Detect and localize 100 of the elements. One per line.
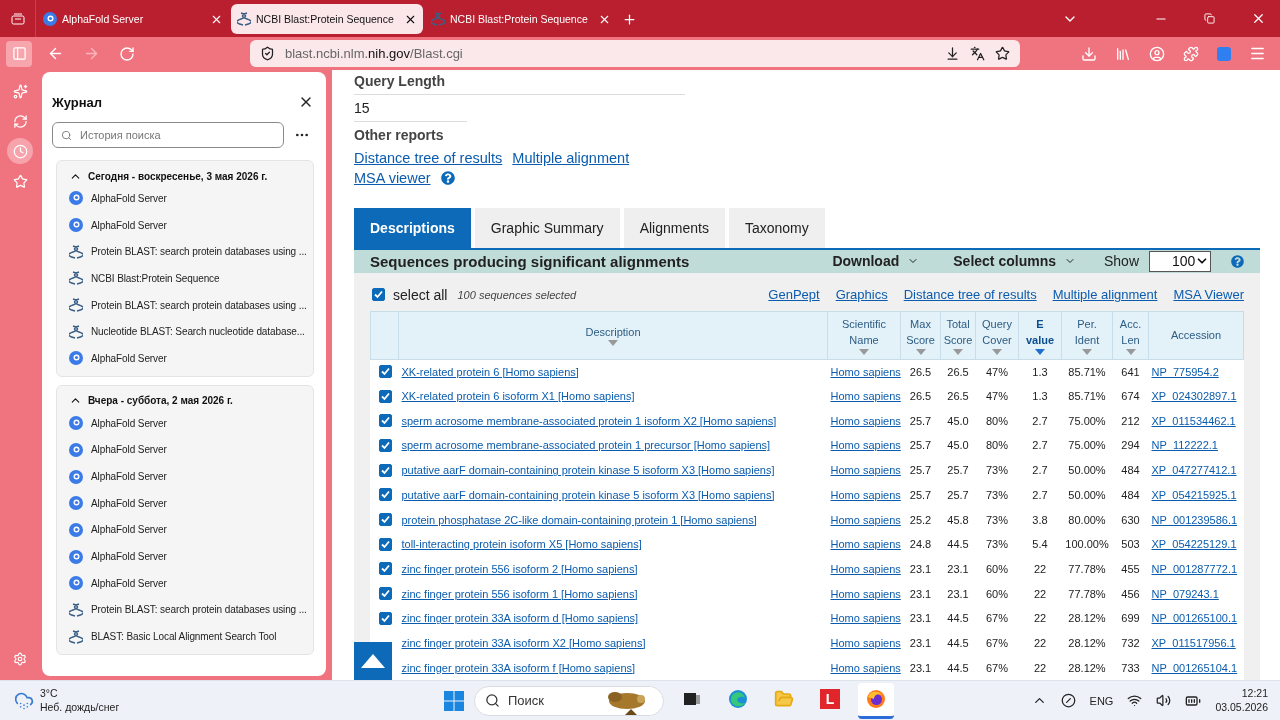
translate-icon[interactable] (970, 46, 985, 61)
history-item[interactable]: AlphaFold Server (57, 185, 313, 212)
report-link[interactable]: Multiple alignment (512, 150, 630, 166)
show-count-select[interactable]: 100 (1149, 250, 1211, 272)
description-link[interactable]: zinc finger protein 556 isoform 2 [Homo sapiens] (401, 562, 638, 575)
puzzle-icon[interactable] (1183, 45, 1199, 62)
history-item[interactable]: Nucleotide BLAST: Search nucleotide database... (57, 318, 313, 346)
species-link[interactable]: Homo sapiens (830, 587, 901, 600)
browser-tab[interactable]: AlphaFold Server (37, 4, 229, 34)
search-input[interactable]: История поиска (78, 128, 275, 142)
description-link[interactable]: XK-related protein 6 [Homo sapiens] (401, 365, 579, 378)
results-link[interactable]: Multiple alignment (1052, 287, 1158, 303)
description-link[interactable]: zinc finger protein 33A isoform d [Homo sapiens] (401, 612, 639, 625)
description-link[interactable]: putative aarF domain-containing protein kinase 5 isoform X3 [Homo sapiens] (401, 488, 775, 501)
accession-link[interactable]: XP_054215925.1 (1151, 488, 1237, 501)
history-item[interactable]: AlphaFold Server (57, 436, 313, 464)
species-link[interactable]: Homo sapiens (830, 414, 901, 427)
search-field[interactable]: История поиска (52, 122, 284, 148)
accession-link[interactable]: XP_054225129.1 (1151, 538, 1237, 551)
download-icon[interactable] (1081, 45, 1097, 62)
species-link[interactable]: Homo sapiens (830, 439, 901, 452)
row-checkbox[interactable] (378, 389, 392, 403)
taskbar-search[interactable]: Поиск (474, 685, 664, 716)
accession-link[interactable]: NP_112222.1 (1151, 439, 1218, 452)
history-item[interactable]: AlphaFold Server (57, 409, 313, 437)
accession-link[interactable]: NP_079243.1 (1151, 587, 1219, 600)
history-item[interactable]: Protein BLAST: search protein databases using ... (57, 238, 313, 266)
column-header[interactable]: Max Score (900, 311, 941, 360)
download-dropdown[interactable]: Download (826, 252, 926, 271)
row-checkbox[interactable] (378, 365, 392, 379)
results-link[interactable]: GenPept (768, 287, 820, 303)
history-item[interactable]: BLAST: Basic Local Alignment Search Tool (57, 623, 313, 650)
group-header[interactable]: Сегодня - воскресенье, 3 мая 2026 г. (57, 167, 280, 185)
browser-tab[interactable]: NCBI Blast:Protein Sequence (231, 4, 423, 34)
description-link[interactable]: zinc finger protein 556 isoform 1 [Homo sapiens] (401, 587, 638, 600)
history-item[interactable]: AlphaFold Server (57, 543, 313, 570)
help-icon[interactable] (1231, 254, 1244, 268)
description-link[interactable]: zinc finger protein 33A isoform X2 [Homo sapiens] (401, 636, 646, 649)
column-header[interactable]: Acc. Len (1112, 311, 1149, 360)
accession-link[interactable]: NP_001265104.1 (1151, 661, 1238, 674)
description-link[interactable]: sperm acrosome membrane-associated protein 1 isoform X2 [Homo sapiens] (401, 414, 777, 427)
accession-link[interactable]: XP_047277412.1 (1151, 464, 1237, 477)
restore-icon[interactable] (1204, 13, 1215, 24)
description-link[interactable]: XK-related protein 6 isoform X1 [Homo sapiens] (401, 390, 635, 403)
row-checkbox[interactable] (378, 414, 392, 428)
species-link[interactable]: Homo sapiens (830, 612, 901, 625)
accession-link[interactable]: NP_001239586.1 (1151, 513, 1238, 526)
wifi-icon[interactable] (1127, 693, 1143, 708)
species-link[interactable]: Homo sapiens (830, 365, 901, 378)
description-link[interactable]: toll-interacting protein isoform X5 [Homo sapiens] (401, 538, 642, 551)
account-icon[interactable] (1149, 45, 1165, 62)
results-link[interactable]: Graphics (835, 287, 888, 303)
row-checkbox[interactable] (378, 587, 392, 601)
species-link[interactable]: Homo sapiens (830, 488, 901, 501)
volume-icon[interactable] (1156, 693, 1172, 708)
history-item[interactable]: AlphaFold Server (57, 211, 313, 239)
history-item[interactable]: Protein BLAST: search protein databases using ... (57, 596, 313, 624)
accession-link[interactable]: NP_001287772.1 (1151, 562, 1238, 575)
result-tab[interactable]: Alignments (623, 208, 725, 248)
species-link[interactable]: Homo sapiens (830, 562, 901, 575)
start-button[interactable] (444, 690, 464, 711)
clock-date[interactable]: 03.05.2026 (1215, 700, 1268, 715)
species-link[interactable]: Homo sapiens (830, 636, 901, 649)
row-checkbox[interactable] (378, 562, 392, 576)
report-link[interactable]: Distance tree of results (354, 150, 503, 166)
column-header[interactable]: Query Cover (975, 311, 1019, 360)
species-link[interactable]: Homo sapiens (830, 390, 901, 403)
library-icon[interactable] (1115, 45, 1131, 62)
accession-link[interactable]: XP_011534462.1 (1151, 414, 1236, 427)
description-link[interactable]: protein phosphatase 2C-like domain-containing protein 1 [Homo sapiens] (401, 513, 757, 526)
history-item[interactable]: AlphaFold Server (57, 345, 313, 372)
report-link[interactable]: MSA viewer (354, 170, 431, 186)
scroll-to-top-button[interactable] (354, 642, 392, 680)
language-indicator[interactable]: ENG (1089, 694, 1114, 707)
browser-tab[interactable]: NCBI Blast:Protein Sequence (425, 4, 617, 34)
sidebar-tool-button[interactable] (7, 138, 33, 164)
row-checkbox[interactable] (378, 513, 392, 527)
close-window-icon[interactable] (1251, 11, 1266, 26)
taskbar-app[interactable]: L (812, 682, 848, 719)
select-columns-dropdown[interactable]: Select columns (947, 252, 1082, 271)
description-link[interactable]: sperm acrosome membrane-associated protein 1 precursor [Homo sapiens] (401, 439, 771, 452)
column-header[interactable]: Accession (1148, 311, 1244, 360)
species-link[interactable]: Homo sapiens (830, 661, 901, 674)
description-link[interactable]: putative aarF domain-containing protein kinase 5 isoform X3 [Homo sapiens] (401, 464, 775, 477)
column-header[interactable]: Total Score (940, 311, 976, 360)
result-tab[interactable]: Taxonomy (728, 208, 825, 248)
result-tab[interactable]: Graphic Summary (474, 208, 620, 248)
accession-link[interactable]: XP_024302897.1 (1151, 390, 1237, 403)
accession-link[interactable]: NP_775954.2 (1151, 365, 1219, 378)
species-link[interactable]: Homo sapiens (830, 513, 901, 526)
column-header[interactable]: Scientific Name (827, 311, 901, 360)
species-link[interactable]: Homo sapiens (830, 464, 901, 477)
row-checkbox[interactable] (378, 488, 392, 502)
column-header[interactable]: Per. Ident (1061, 311, 1113, 360)
menu-icon[interactable] (1249, 45, 1266, 62)
result-tab[interactable]: Descriptions (354, 208, 471, 248)
row-checkbox[interactable] (378, 611, 392, 625)
help-icon[interactable] (440, 171, 455, 185)
history-item[interactable]: AlphaFold Server (57, 516, 313, 544)
history-item[interactable]: Protein BLAST: search protein databases using ... (57, 291, 313, 319)
